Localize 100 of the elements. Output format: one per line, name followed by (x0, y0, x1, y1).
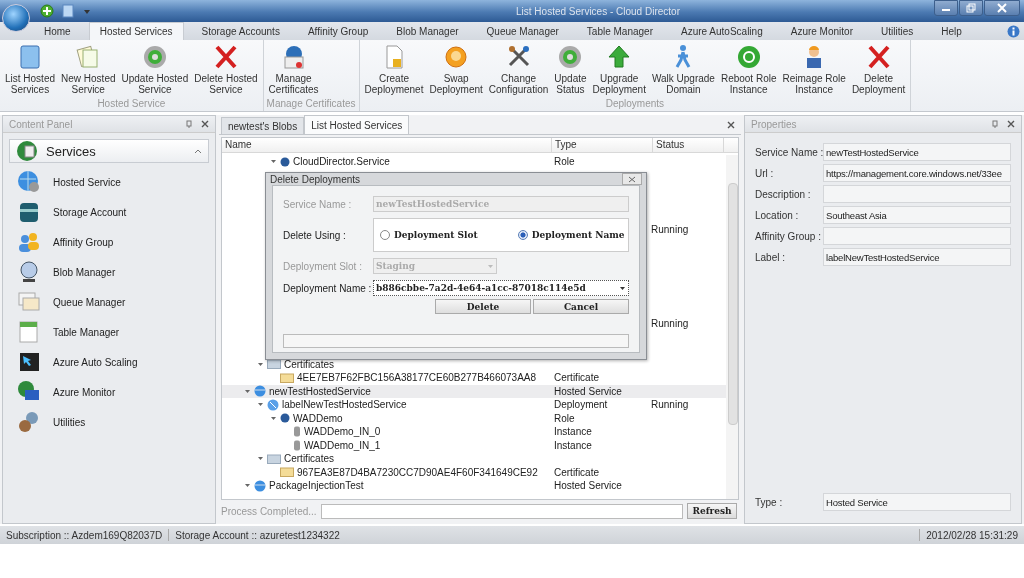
tree-row[interactable]: WADDemo_IN_0 Instance (222, 425, 726, 439)
nav-item[interactable]: Storage Account (3, 197, 215, 227)
nav-item[interactable]: Table Manager (3, 317, 215, 347)
property-field[interactable]: Hosted Service (823, 493, 1011, 511)
expand-arrow-icon[interactable] (257, 360, 264, 368)
tree-row[interactable]: CloudDirector.Service Role (222, 155, 726, 169)
expand-arrow-icon[interactable] (244, 387, 251, 395)
type-cell: Instance (554, 426, 592, 438)
ribbon-button[interactable]: Update Hosted Service (119, 40, 191, 98)
refresh-button[interactable]: Refresh (687, 503, 737, 519)
expand-arrow-icon[interactable] (257, 401, 264, 409)
close-icon[interactable] (727, 120, 735, 129)
ribbon-tab[interactable]: Hosted Services (88, 22, 184, 40)
expand-arrow-icon[interactable] (270, 158, 277, 166)
property-field[interactable]: labelNewTestHostedService (823, 248, 1011, 266)
nav-item[interactable]: Blob Manager (3, 257, 215, 287)
close-icon[interactable] (201, 120, 209, 128)
dropdown-arrow-icon (487, 263, 494, 269)
tree-row[interactable]: PackageInjectionTest Hosted Service (222, 479, 726, 493)
field-label: Deployment Slot : (283, 260, 363, 272)
property-field[interactable]: https://management.core.windows.net/33ee (823, 164, 1011, 182)
document-tab[interactable]: List Hosted Services (304, 115, 410, 134)
field-label: Service Name : (283, 198, 353, 210)
column-header[interactable]: Name (222, 138, 552, 152)
nav-item[interactable]: Azure Auto Scaling (3, 347, 215, 377)
dialog-button[interactable]: Delete (435, 299, 531, 314)
ribbon-button[interactable]: Manage Certificates (266, 40, 321, 98)
document-icon[interactable] (62, 4, 74, 18)
tree-item-name: WADDemo_IN_0 (304, 426, 381, 438)
tree-row[interactable]: Certificates (222, 357, 726, 371)
close-button[interactable] (984, 0, 1020, 16)
close-button[interactable] (622, 173, 642, 185)
type-cell: Hosted Service (554, 480, 622, 492)
database-icon (17, 200, 41, 224)
deployment-name-dropdown[interactable]: b886cbbe-7a2d-4e64-a1cc-87018c114e5d (373, 280, 629, 296)
ribbon-button[interactable]: Reimage Role Instance (780, 40, 848, 98)
column-header[interactable]: Status (653, 138, 724, 152)
dialog-button[interactable]: Cancel (533, 299, 629, 314)
tree-row[interactable]: Certificates (222, 452, 726, 466)
ribbon-button[interactable]: Swap Deployment (427, 40, 485, 98)
ribbon-tab[interactable]: Queue Manager (476, 22, 569, 40)
property-field[interactable]: newTestHostedService (823, 143, 1011, 161)
tree-item-name: 967EA3E87D4BA7230CC7D90AE4F60F341649CE92 (297, 466, 538, 478)
ribbon-tab[interactable]: Azure Monitor (780, 22, 863, 40)
ribbon-button[interactable]: New Hosted Service (59, 40, 118, 98)
services-icon (16, 140, 38, 162)
tree-row[interactable]: 4EE7EB7F62FBC156A38177CE60B277B466073AA8 Certificate (222, 371, 726, 385)
minimize-button[interactable] (934, 0, 958, 16)
ribbon-tab[interactable]: Azure AutoScaling (671, 22, 773, 40)
scrollbar[interactable] (726, 155, 738, 499)
property-label: Url : (755, 167, 775, 179)
pin-icon[interactable] (185, 120, 193, 128)
tree-row[interactable]: WADDemo_IN_1 Instance (222, 438, 726, 452)
tree-item-name: PackageInjectionTest (269, 480, 364, 492)
tree-item-name: newTestHostedService (269, 385, 371, 397)
expand-arrow-icon[interactable] (244, 482, 251, 490)
property-label: Label : (755, 251, 787, 263)
nav-item[interactable]: Hosted Service (3, 167, 215, 197)
column-header[interactable]: Type (552, 138, 653, 152)
property-field[interactable] (823, 227, 1011, 245)
ribbon-tab[interactable]: Utilities (870, 22, 924, 40)
ribbon-button[interactable]: List Hosted Services (3, 40, 58, 98)
radio-button[interactable]: Deployment Slot (380, 230, 478, 240)
ribbon-button[interactable]: Walk Upgrade Domain (649, 40, 717, 98)
add-icon[interactable] (40, 4, 54, 18)
app-menu-button[interactable] (2, 4, 30, 32)
tree-row[interactable]: WADDemo Role (222, 411, 726, 425)
dialog-title: Delete Deployments (270, 173, 361, 185)
radio-button[interactable]: Deployment Name (517, 230, 625, 240)
services-section-header[interactable]: Services (9, 139, 209, 163)
nav-item[interactable]: Queue Manager (3, 287, 215, 317)
ribbon-button[interactable]: Create Deploymenet (362, 40, 426, 98)
close-icon[interactable] (1007, 120, 1015, 128)
ribbon-button[interactable]: Reboot Role Instance (718, 40, 779, 98)
tree-row[interactable]: labelNewTestHostedService Deployment Running (222, 398, 726, 412)
ribbon-tab[interactable]: Help (931, 22, 972, 40)
property-field[interactable] (823, 185, 1011, 203)
document-tab[interactable]: newtest's Blobs (221, 117, 305, 134)
ribbon-button[interactable]: Change Configuration (486, 40, 551, 98)
field-label: Delete Using : (283, 229, 347, 241)
property-field[interactable]: Southeast Asia (823, 206, 1011, 224)
ribbon-tab[interactable]: Storage Accounts (191, 22, 290, 40)
ribbon-button[interactable]: Update Status (552, 40, 589, 98)
expand-arrow-icon[interactable] (257, 455, 264, 463)
nav-item[interactable]: Utilities (3, 407, 215, 437)
pin-icon[interactable] (991, 120, 999, 128)
ribbon-tab[interactable]: Home (34, 22, 81, 40)
tree-row[interactable]: 967EA3E87D4BA7230CC7D90AE4F60F341649CE92 Certificate (222, 465, 726, 479)
info-icon[interactable] (1007, 24, 1020, 38)
ribbon-button[interactable]: Upgrade Deployment (590, 40, 648, 98)
expand-arrow-icon[interactable] (270, 414, 277, 422)
ribbon-tab[interactable]: Blob Manager (386, 22, 469, 40)
restore-button[interactable] (959, 0, 983, 16)
nav-item[interactable]: Azure Monitor (3, 377, 215, 407)
tree-row[interactable]: newTestHostedService Hosted Service (222, 384, 726, 398)
ribbon-button[interactable]: Delete Hosted Service (192, 40, 260, 98)
nav-item[interactable]: Affinity Group (3, 227, 215, 257)
ribbon-tab[interactable]: Table Manager (576, 22, 663, 40)
ribbon-button[interactable]: Delete Deployment (849, 40, 908, 98)
ribbon-tab[interactable]: Affinity Group (297, 22, 379, 40)
